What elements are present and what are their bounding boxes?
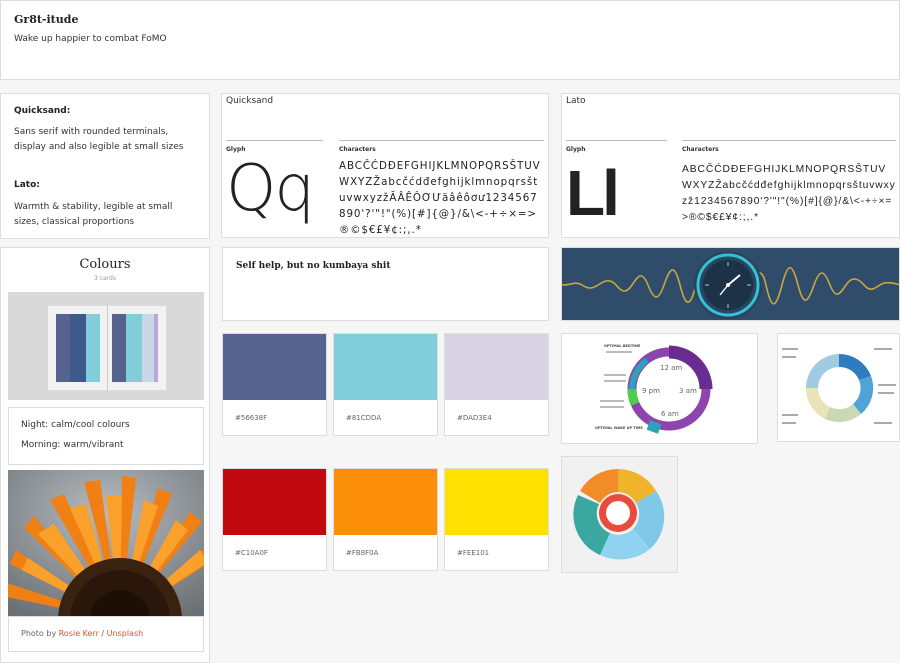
lato-heading: Lato:: [14, 180, 40, 190]
swatch-hex: #C10A0F: [235, 549, 268, 557]
sunflower-photo[interactable]: [8, 470, 204, 616]
swatch-card[interactable]: #C10A0F: [222, 468, 327, 571]
sleep-clock-chart[interactable]: 12 am 3 am 6 am 9 pm OPTIMAL BEDTIME OPT…: [561, 333, 758, 444]
swatch-color: [223, 469, 326, 535]
swatch-card[interactable]: #56638F: [222, 333, 327, 436]
divider: [682, 140, 896, 141]
colours-card[interactable]: Colours 3 cards Night: calm/cool colours…: [0, 247, 210, 663]
unsplash-link[interactable]: Unsplash: [107, 629, 144, 638]
swatch-hex: #DAD3E4: [457, 414, 492, 422]
colours-count: 3 cards: [94, 275, 116, 282]
fonts-note-card[interactable]: Quicksand: Sans serif with rounded termi…: [0, 93, 210, 239]
credit-prefix: Photo by: [21, 629, 59, 638]
sleep-clock-illustration: 12 am 3 am 6 am 9 pm OPTIMAL BEDTIME OPT…: [595, 344, 713, 434]
swatch-hex: #81CDDA: [346, 414, 382, 422]
glyph-sample: Ll: [566, 157, 620, 229]
hour-3am: 3 am: [679, 387, 697, 395]
font-card-quicksand[interactable]: Quicksand Glyph Characters Qq ABCČĆDĐEFG…: [221, 93, 549, 238]
swatch-hex: #FEE101: [457, 549, 490, 557]
credit-separator: /: [98, 629, 107, 638]
divider: [566, 140, 667, 141]
cycle-illustration: [782, 348, 896, 424]
morning-note: Morning: warm/vibrant: [21, 440, 124, 450]
hour-9pm: 9 pm: [642, 387, 660, 395]
swatch-book-illustration: [48, 306, 166, 390]
circadian-illustration: [573, 469, 665, 560]
author-link[interactable]: Rosie Kerr: [59, 629, 99, 638]
header-card: Gr8t-itude Wake up happier to combat FoM…: [0, 0, 900, 80]
tagline: Self help, but no kumbaya shit: [236, 261, 391, 271]
circadian-wheel[interactable]: [561, 456, 678, 573]
sunflower-illustration: [8, 470, 204, 616]
swatch-hex: #56638F: [235, 414, 268, 422]
swatch-card[interactable]: #FB8F0A: [333, 468, 438, 571]
glyph-label: Glyph: [566, 146, 586, 153]
swatch-hex: #FB8F0A: [346, 549, 379, 557]
swatch-card[interactable]: #DAD3E4: [444, 333, 549, 436]
page-title: Gr8t-itude: [14, 13, 79, 26]
divider: [226, 140, 323, 141]
photo-credit-box: Photo by Rosie Kerr / Unsplash: [8, 616, 204, 652]
colour-note[interactable]: Night: calm/cool colours Morning: warm/v…: [8, 407, 204, 465]
tagline-card[interactable]: Self help, but no kumbaya shit: [222, 247, 549, 321]
photo-credit: Photo by Rosie Kerr / Unsplash: [21, 629, 143, 638]
colours-title: Colours: [79, 257, 131, 272]
characters-label: Characters: [682, 146, 719, 153]
font-name: Lato: [566, 96, 586, 106]
swatch-card[interactable]: #81CDDA: [333, 333, 438, 436]
night-note: Night: calm/cool colours: [21, 420, 130, 430]
swatch-book-image[interactable]: [8, 292, 204, 400]
label-optimal-wake: OPTIMAL WAKE UP TIME: [595, 426, 643, 430]
hour-12am: 12 am: [660, 364, 682, 372]
hour-6am: 6 am: [661, 410, 679, 418]
swatch-color: [334, 334, 437, 400]
swatch-color: [445, 469, 548, 535]
quicksand-description: Sans serif with rounded terminals, displ…: [14, 127, 184, 152]
swatch-color: [223, 334, 326, 400]
divider: [339, 140, 544, 141]
quicksand-heading: Quicksand:: [14, 106, 71, 116]
character-set: ABCČĆDĐEFGHIJKLMNOPQRSŠTUVWXYZŽabcčćdđef…: [682, 164, 896, 223]
clock-icon: [562, 248, 899, 320]
clock-banner-image[interactable]: [561, 247, 900, 321]
page-subtitle: Wake up happier to combat FoMO: [14, 34, 167, 44]
swatch-card[interactable]: #FEE101: [444, 468, 549, 571]
glyph-sample: Qq: [226, 152, 315, 226]
font-card-lato[interactable]: Lato Glyph Characters Ll ABCČĆDĐEFGHIJKL…: [561, 93, 900, 238]
lato-description: Warmth & stability, legible at small siz…: [14, 202, 173, 227]
cycle-diagram[interactable]: [777, 333, 900, 442]
swatch-color: [445, 334, 548, 400]
character-set: ABCČĆDĐEFGHIJKLMNOPQRSŠTUVWXYZŽabcčćdđef…: [339, 160, 541, 236]
swatch-color: [334, 469, 437, 535]
font-name: Quicksand: [226, 96, 274, 106]
characters-label: Characters: [339, 146, 376, 153]
label-optimal-bedtime: OPTIMAL BEDTIME: [604, 344, 641, 348]
